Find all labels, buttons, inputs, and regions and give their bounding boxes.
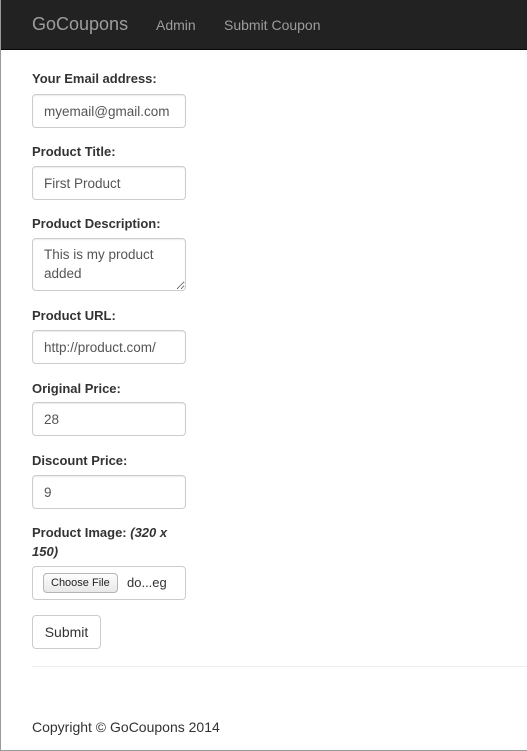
footer-copyright: Copyright © GoCoupons 2014 bbox=[32, 719, 220, 735]
choose-file-button[interactable]: Choose File bbox=[43, 573, 118, 593]
product-image-file-input[interactable]: Choose File do...eg bbox=[32, 566, 186, 600]
product-url-field[interactable] bbox=[32, 330, 186, 364]
navbar: GoCoupons Admin Submit Coupon bbox=[1, 0, 527, 50]
product-image-label: Product Image: (320 x 150) bbox=[32, 523, 192, 561]
submit-button[interactable]: Submit bbox=[32, 615, 101, 649]
discount-price-label: Discount Price: bbox=[32, 453, 128, 468]
original-price-label: Original Price: bbox=[32, 381, 121, 396]
nav-link-submit-coupon[interactable]: Submit Coupon bbox=[224, 16, 321, 34]
email-label: Your Email address: bbox=[32, 71, 157, 86]
product-title-field[interactable] bbox=[32, 166, 186, 200]
product-image-label-text: Product Image: bbox=[32, 525, 127, 540]
original-price-field[interactable] bbox=[32, 402, 186, 436]
product-title-label: Product Title: bbox=[32, 144, 116, 159]
discount-price-field[interactable] bbox=[32, 475, 186, 509]
product-description-label: Product Description: bbox=[32, 216, 161, 231]
brand-link[interactable]: GoCoupons bbox=[32, 13, 128, 35]
product-url-label: Product URL: bbox=[32, 308, 116, 323]
nav-link-admin[interactable]: Admin bbox=[156, 16, 196, 34]
footer-divider bbox=[32, 666, 527, 667]
product-description-field[interactable]: This is my product added bbox=[32, 238, 186, 291]
selected-file-name: do...eg bbox=[127, 575, 167, 590]
email-field[interactable] bbox=[32, 94, 186, 128]
